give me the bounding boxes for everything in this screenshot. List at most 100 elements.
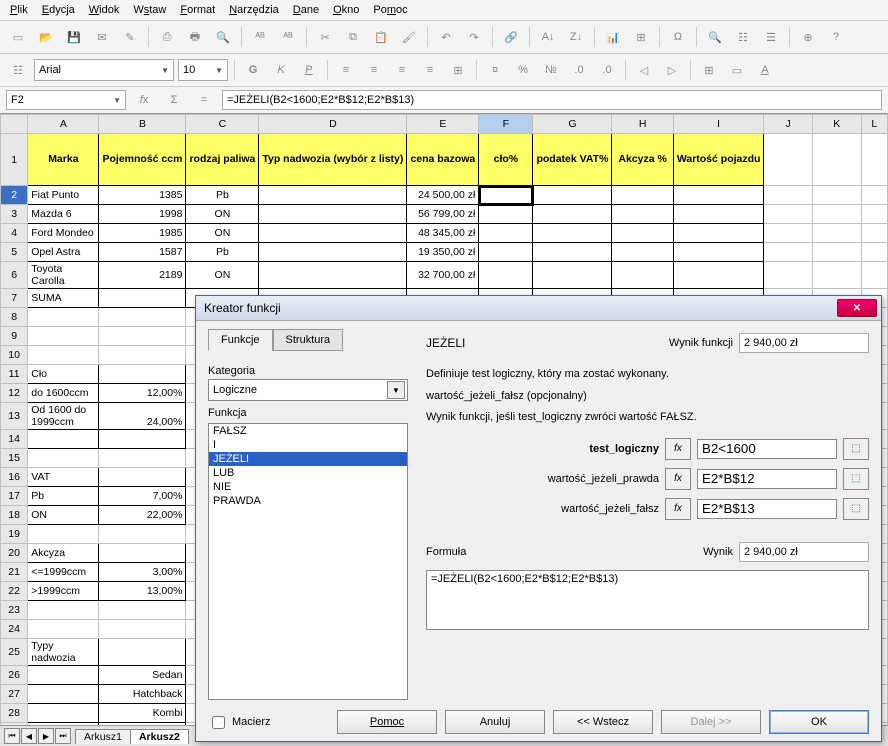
cell[interactable]: Cło <box>28 365 99 384</box>
cell[interactable]: 7,00% <box>99 487 186 506</box>
rowh-4[interactable]: 4 <box>1 224 28 243</box>
cell[interactable]: ON <box>186 224 259 243</box>
cell[interactable]: Od 1600 do 1999ccm <box>28 403 99 430</box>
fn-wizard-icon[interactable]: fx <box>132 88 156 112</box>
colh-L[interactable]: L <box>861 115 887 134</box>
cell[interactable]: ON <box>186 262 259 289</box>
cell[interactable]: >1999ccm <box>28 582 99 601</box>
chart-icon[interactable]: 📊 <box>601 25 625 49</box>
tab-struktura[interactable]: Struktura <box>273 329 344 351</box>
colh-B[interactable]: B <box>99 115 186 134</box>
colh-I[interactable]: I <box>673 115 764 134</box>
list-item-selected[interactable]: JEŻELI <box>209 452 407 466</box>
sum-icon[interactable]: Σ <box>162 88 186 112</box>
list-item[interactable]: I <box>209 438 407 452</box>
arg2-input[interactable] <box>697 469 837 489</box>
shrink-icon[interactable]: ⬚ <box>843 468 869 490</box>
align-justify-icon[interactable]: ≡ <box>418 58 442 82</box>
funkcja-list[interactable]: FAŁSZ I JEŻELI LUB NIE PRAWDA <box>208 423 408 700</box>
cell[interactable]: VAT <box>28 468 99 487</box>
preview-icon[interactable]: 🔍 <box>211 25 235 49</box>
menu-edycja[interactable]: Edycja <box>36 2 81 18</box>
inc-indent-icon[interactable]: ▷ <box>660 58 684 82</box>
cell[interactable] <box>259 205 407 224</box>
cell[interactable]: 1985 <box>99 224 186 243</box>
save-icon[interactable]: 💾 <box>62 25 86 49</box>
cell[interactable]: 24 500,00 zł <box>407 186 479 205</box>
edit-icon[interactable]: ✎ <box>118 25 142 49</box>
tab-arkusz1[interactable]: Arkusz1 <box>75 729 131 744</box>
name-box[interactable]: F2▼ <box>6 90 126 110</box>
cell[interactable]: Pb <box>186 243 259 262</box>
cell[interactable]: 22,00% <box>99 506 186 525</box>
fx-icon[interactable]: fx <box>665 438 691 460</box>
rowh-3[interactable]: 3 <box>1 205 28 224</box>
dialog-titlebar[interactable]: Kreator funkcji ✕ <box>196 296 881 321</box>
cell[interactable] <box>533 186 612 205</box>
special-icon[interactable]: Ω <box>666 25 690 49</box>
link-icon[interactable]: 🔗 <box>499 25 523 49</box>
percent-icon[interactable]: % <box>511 58 535 82</box>
menu-dane[interactable]: Dane <box>287 2 325 18</box>
rowh-1[interactable]: 1 <box>1 134 28 186</box>
number-icon[interactable]: № <box>539 58 563 82</box>
data-icon[interactable]: ☰ <box>759 25 783 49</box>
cell[interactable]: Mazda 6 <box>28 205 99 224</box>
fx-icon[interactable]: fx <box>665 498 691 520</box>
colh-C[interactable]: C <box>186 115 259 134</box>
dec-dec-icon[interactable]: .0 <box>595 58 619 82</box>
italic-icon[interactable]: K <box>269 58 293 82</box>
mail-icon[interactable]: ✉ <box>90 25 114 49</box>
colh-G[interactable]: G <box>533 115 612 134</box>
font-name-combo[interactable]: Arial▼ <box>34 59 174 81</box>
arg3-input[interactable] <box>697 499 837 519</box>
ok-button[interactable]: OK <box>769 710 869 734</box>
cell[interactable]: <=1999ccm <box>28 563 99 582</box>
sort-desc-icon[interactable]: Z↓ <box>564 25 588 49</box>
equal-icon[interactable]: = <box>192 88 216 112</box>
cell[interactable]: 1998 <box>99 205 186 224</box>
cell[interactable]: 13,00% <box>99 582 186 601</box>
nav-icon[interactable]: ⊞ <box>629 25 653 49</box>
rowh-5[interactable]: 5 <box>1 243 28 262</box>
underline-icon[interactable]: P <box>297 58 321 82</box>
cell[interactable]: 24,00% <box>99 403 186 430</box>
cell[interactable]: 3,00% <box>99 563 186 582</box>
cell[interactable]: Fiat Punto <box>28 186 99 205</box>
print-icon[interactable]: 🖶 <box>183 25 207 49</box>
cell[interactable]: Kombi <box>99 704 186 723</box>
anuluj-button[interactable]: Anuluj <box>445 710 545 734</box>
colh-E[interactable]: E <box>407 115 479 134</box>
paste-icon[interactable]: 📋 <box>369 25 393 49</box>
menu-format[interactable]: Format <box>174 2 221 18</box>
rowh-7[interactable]: 7 <box>1 289 28 308</box>
cell[interactable]: 32 700,00 zł <box>407 262 479 289</box>
undo-icon[interactable]: ↶ <box>434 25 458 49</box>
cell[interactable]: do 1600ccm <box>28 384 99 403</box>
cell[interactable]: ON <box>186 205 259 224</box>
cell[interactable] <box>673 186 764 205</box>
spell-icon[interactable]: ᴬᴮ <box>248 25 272 49</box>
colh-H[interactable]: H <box>612 115 673 134</box>
cell[interactable] <box>612 186 673 205</box>
bold-icon[interactable]: G <box>241 58 265 82</box>
find-icon[interactable]: 🔍 <box>703 25 727 49</box>
pomoc-button[interactable]: Pomoc <box>337 710 437 734</box>
borders-icon[interactable]: ⊞ <box>697 58 721 82</box>
cell[interactable]: Ford Mondeo <box>28 224 99 243</box>
tab-funkcje[interactable]: Funkcje <box>208 329 273 351</box>
cell[interactable]: SUMA <box>28 289 99 308</box>
open-icon[interactable]: 📂 <box>34 25 58 49</box>
list-item[interactable]: NIE <box>209 480 407 494</box>
active-cell-F2[interactable] <box>479 186 533 205</box>
colh-F[interactable]: F <box>479 115 533 134</box>
align-center-icon[interactable]: ≡ <box>362 58 386 82</box>
cell[interactable]: Sedan <box>99 666 186 685</box>
auto-icon[interactable]: ᴬᴮ <box>276 25 300 49</box>
cell[interactable]: Pb <box>28 487 99 506</box>
formula-input[interactable]: =JEŻELI(B2<1600;E2*B$12;E2*B$13) <box>222 90 882 110</box>
zoom-icon[interactable]: ⊕ <box>796 25 820 49</box>
copy-icon[interactable]: ⧉ <box>341 25 365 49</box>
styles-icon[interactable]: ☷ <box>6 58 30 82</box>
colh-D[interactable]: D <box>259 115 407 134</box>
